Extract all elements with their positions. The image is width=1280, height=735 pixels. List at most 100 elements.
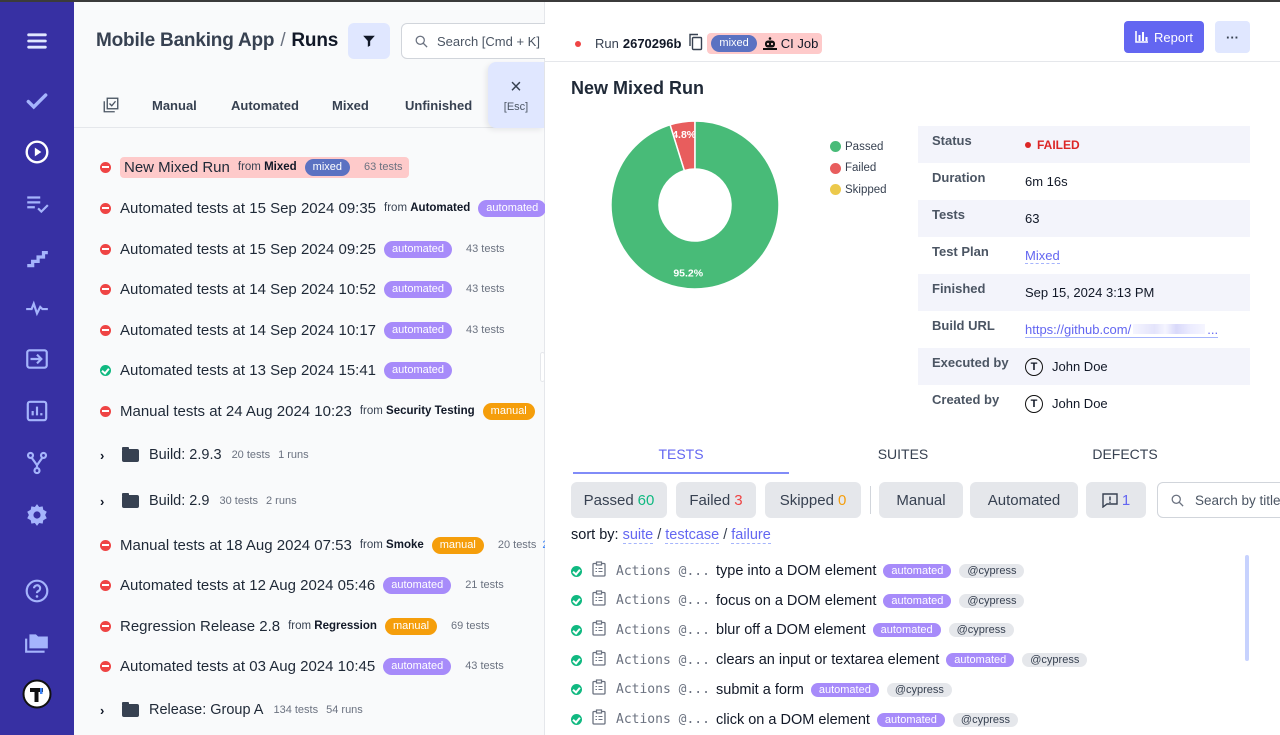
- info-label: Status: [932, 133, 972, 148]
- run-test-count: 43 tests: [466, 283, 505, 295]
- tab-manual[interactable]: Manual: [152, 98, 197, 113]
- test-tag[interactable]: @cypress: [959, 564, 1025, 578]
- test-type-badge: automated: [810, 682, 879, 697]
- legend-item-passed[interactable]: Passed: [830, 136, 887, 158]
- run-type-badge: automated: [383, 657, 452, 675]
- filter-automated[interactable]: Automated: [970, 482, 1078, 518]
- import-icon[interactable]: [20, 342, 54, 376]
- legend-label: Failed: [845, 162, 877, 175]
- run-title: Automated tests at 13 Sep 2024 15:41: [120, 361, 377, 379]
- test-row[interactable]: Actions @... clears an input or textarea …: [571, 649, 1088, 671]
- folder-item[interactable]: › Build: 2.9 30 tests 2 runs: [100, 488, 297, 514]
- failed-status-icon: [100, 660, 111, 672]
- chevron-right-icon[interactable]: ›: [100, 448, 112, 463]
- copy-icon[interactable]: [689, 33, 703, 54]
- slice-label-failed: 4.8%: [672, 129, 697, 141]
- test-row[interactable]: Actions @... submit a form automated @cypre…: [571, 679, 952, 701]
- search-input[interactable]: Search [Cmd + K]: [401, 23, 561, 59]
- sort-by-testcase[interactable]: testcase: [665, 527, 720, 544]
- test-suite: Actions @...: [616, 682, 710, 698]
- breadcrumb: Mobile Banking App / Runs: [96, 30, 338, 52]
- check-icon[interactable]: [20, 84, 54, 118]
- test-tag[interactable]: @cypress: [948, 623, 1014, 638]
- run-item[interactable]: Automated tests at 14 Sep 2024 10:52 aut…: [100, 276, 505, 302]
- tab-defects[interactable]: DEFECTS: [1017, 446, 1233, 462]
- steps-icon[interactable]: [20, 240, 54, 274]
- failed-status-icon: [100, 161, 111, 173]
- filter-defects[interactable]: 1: [1086, 482, 1146, 518]
- list-check-icon[interactable]: [20, 187, 54, 221]
- pulse-icon[interactable]: [20, 291, 54, 325]
- info-label: Tests: [932, 207, 965, 222]
- menu-icon[interactable]: [20, 24, 54, 58]
- info-value: 6m 16s: [1025, 174, 1068, 189]
- run-item[interactable]: Automated tests at 03 Aug 2024 10:45 aut…: [100, 653, 504, 679]
- run-type-badge: automated: [383, 576, 452, 594]
- chevron-right-icon[interactable]: ›: [100, 703, 112, 718]
- run-item[interactable]: Automated tests at 13 Sep 2024 15:41 aut…: [100, 357, 453, 383]
- more-options-button[interactable]: ···: [1215, 21, 1250, 53]
- chevron-right-icon[interactable]: ›: [100, 494, 112, 509]
- filter-skipped[interactable]: Skipped 0: [765, 482, 861, 518]
- run-item[interactable]: Regression Release 2.8 from Regression m…: [100, 613, 490, 639]
- filter-passed[interactable]: Passed 60: [571, 482, 667, 518]
- close-icon: ×: [510, 76, 522, 98]
- branch-icon[interactable]: [20, 446, 54, 480]
- run-label: Run: [595, 36, 619, 51]
- folder-title: Release: Group A: [149, 702, 264, 718]
- tab-tests[interactable]: TESTS: [573, 446, 789, 462]
- test-row[interactable]: Actions @... click on a DOM element automa…: [571, 709, 1018, 731]
- test-row[interactable]: Actions @... blur off a DOM element automa…: [571, 619, 1014, 641]
- sort-by-failure[interactable]: failure: [731, 527, 771, 544]
- test-row[interactable]: Actions @... type into a DOM element autom…: [571, 560, 1025, 582]
- test-search-input[interactable]: Search by title: [1157, 482, 1280, 518]
- logo-icon[interactable]: [20, 677, 54, 711]
- tests-scrollbar[interactable]: [1245, 555, 1249, 661]
- failed-status-icon: [100, 579, 111, 591]
- folder-tests: 30 tests: [219, 495, 258, 507]
- tab-mixed[interactable]: Mixed: [332, 98, 369, 113]
- folder-item[interactable]: › Build: 2.9.3 20 tests 1 runs: [100, 442, 309, 468]
- sort-by-suite[interactable]: suite: [622, 527, 654, 544]
- slice-passed[interactable]: [610, 120, 780, 290]
- play-circle-icon[interactable]: [20, 135, 54, 169]
- folder-item[interactable]: › Release: Group A 134 tests 54 runs: [100, 697, 363, 723]
- test-tag[interactable]: @cypress: [952, 712, 1018, 727]
- run-item[interactable]: Automated tests at 15 Sep 2024 09:25 aut…: [100, 236, 505, 262]
- test-tag[interactable]: @cypress: [886, 682, 952, 697]
- run-item[interactable]: Manual tests at 24 Aug 2024 10:23 from S…: [100, 398, 561, 424]
- close-panel-button[interactable]: × [Esc]: [488, 62, 544, 128]
- filter-failed[interactable]: Failed 3: [676, 482, 756, 518]
- folders-icon[interactable]: [20, 626, 54, 660]
- run-item[interactable]: New Mixed Run from Mixed mixed 63 tests: [100, 154, 409, 180]
- multi-select-icon[interactable]: [102, 96, 120, 119]
- run-title: Automated tests at 15 Sep 2024 09:25: [120, 240, 377, 258]
- help-icon[interactable]: [20, 574, 54, 608]
- run-type-badge: mixed: [304, 158, 351, 176]
- legend-item-skipped[interactable]: Skipped: [830, 179, 887, 201]
- test-row[interactable]: Actions @... focus on a DOM element automa…: [571, 590, 1025, 612]
- tab-suites[interactable]: SUITES: [795, 446, 1011, 462]
- gear-icon[interactable]: [20, 498, 54, 532]
- run-item[interactable]: Automated tests at 14 Sep 2024 10:17 aut…: [100, 317, 505, 343]
- bar-chart-icon[interactable]: [20, 394, 54, 428]
- legend-item-failed[interactable]: Failed: [830, 158, 887, 180]
- test-plan-link[interactable]: Mixed: [1025, 248, 1060, 264]
- tab-unfinished[interactable]: Unfinished: [405, 98, 472, 113]
- run-item[interactable]: Automated tests at 15 Sep 2024 09:35 fro…: [100, 195, 547, 221]
- filter-manual[interactable]: Manual: [879, 482, 963, 518]
- report-button[interactable]: Report: [1124, 21, 1204, 53]
- passed-status-icon: [571, 565, 582, 577]
- run-item[interactable]: Manual tests at 18 Aug 2024 07:53 from S…: [100, 532, 558, 558]
- sort-options: sort by: suite / testcase / failure: [571, 527, 771, 544]
- run-type-badge: automated: [384, 280, 453, 298]
- run-test-count: 20 tests: [497, 539, 537, 551]
- breadcrumb-project[interactable]: Mobile Banking App: [96, 30, 275, 51]
- tab-automated[interactable]: Automated: [231, 98, 299, 113]
- build-url-link[interactable]: https://github.com/...: [1025, 322, 1219, 338]
- test-title: focus on a DOM element: [716, 592, 877, 609]
- run-item[interactable]: Automated tests at 12 Aug 2024 05:46 aut…: [100, 572, 504, 598]
- test-tag[interactable]: @cypress: [959, 593, 1025, 608]
- test-tag[interactable]: @cypress: [1022, 653, 1088, 668]
- filter-button[interactable]: [348, 23, 390, 59]
